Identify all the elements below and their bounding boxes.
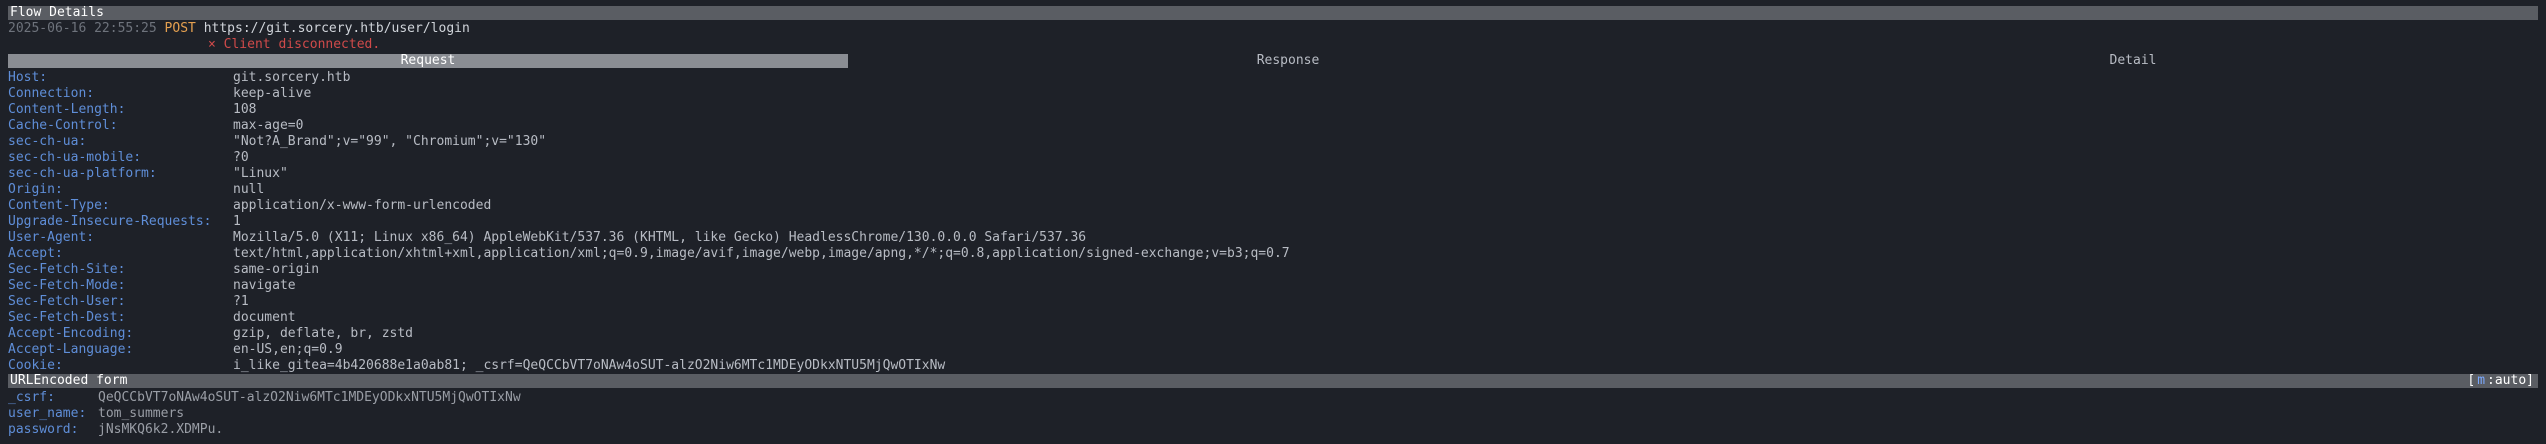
header-value: "Not?A_Brand";v="99", "Chromium";v="130" (233, 134, 547, 149)
urlencoded-form-bar: URLEncoded form [m:auto] (8, 374, 2538, 388)
form-field-name: _csrf: (8, 390, 55, 405)
header-value: 1 (233, 214, 241, 229)
view-mode-indicator[interactable]: [m:auto] (2463, 374, 2534, 388)
header-value: null (233, 182, 265, 197)
header-value: keep-alive (233, 86, 312, 101)
detail-tabs: Request Response Detail (8, 54, 2538, 68)
header-name: User-Agent: (8, 230, 95, 245)
flow-details-title: Flow Details (10, 5, 104, 20)
header-name: sec-ch-ua-mobile: (8, 150, 142, 165)
header-name: sec-ch-ua: (8, 134, 87, 149)
header-name: Accept-Language: (8, 342, 134, 357)
header-name: Content-Length: (8, 102, 126, 117)
header-value: gzip, deflate, br, zstd (233, 326, 414, 341)
flow-method: POST (164, 21, 196, 36)
header-name: Connection: (8, 86, 95, 101)
client-disconnected-error: × Client disconnected. (208, 37, 381, 52)
header-name: Cookie: (8, 358, 63, 373)
header-name: Sec-Fetch-User: (8, 294, 126, 309)
header-name: Accept-Encoding: (8, 326, 134, 341)
header-name: Accept: (8, 246, 63, 261)
header-value: i_like_gitea=4b420688e1a0ab81; _csrf=QeQ… (233, 358, 946, 373)
header-value: 108 (233, 102, 257, 117)
header-value: ?1 (233, 294, 249, 309)
header-name: Sec-Fetch-Site: (8, 262, 126, 277)
header-name: Origin: (8, 182, 63, 197)
tab-detail[interactable]: Detail (1728, 54, 2538, 68)
header-name: sec-ch-ua-platform: (8, 166, 157, 181)
header-value: text/html,application/xhtml+xml,applicat… (233, 246, 1290, 261)
header-value: same-origin (233, 262, 320, 277)
header-value: application/x-www-form-urlencoded (233, 198, 492, 213)
view-mode-open: [ (2467, 373, 2476, 388)
form-field-value: tom_summers (98, 406, 185, 421)
header-value: Mozilla/5.0 (X11; Linux x86_64) AppleWeb… (233, 230, 1087, 245)
tab-response[interactable]: Response (848, 54, 1728, 68)
header-name: Host: (8, 70, 48, 85)
header-value: git.sorcery.htb (233, 70, 351, 85)
header-value: "Linux" (233, 166, 288, 181)
form-field-name: user_name: (8, 406, 87, 421)
header-value: max-age=0 (233, 118, 304, 133)
header-name: Cache-Control: (8, 118, 118, 133)
header-value: navigate (233, 278, 296, 293)
urlencoded-form-title: URLEncoded form (10, 373, 128, 388)
view-mode-label: :auto] (2487, 373, 2534, 388)
form-field-name: password: (8, 422, 79, 437)
tab-request[interactable]: Request (8, 54, 848, 68)
header-name: Sec-Fetch-Dest: (8, 310, 126, 325)
form-field-value: jNsMKQ6k2.XDMPu. (98, 422, 224, 437)
form-field-value: QeQCCbVT7oNAw4oSUT-alzO2Niw6MTc1MDEyODkx… (98, 390, 521, 405)
header-name: Content-Type: (8, 198, 110, 213)
header-value: ?0 (233, 150, 249, 165)
header-value: en-US,en;q=0.9 (233, 342, 343, 357)
header-name: Upgrade-Insecure-Requests: (8, 214, 212, 229)
flow-details-title-bar: Flow Details (8, 6, 2538, 20)
flow-url: https://git.sorcery.htb/user/login (203, 21, 470, 36)
view-mode-key: m (2477, 373, 2486, 388)
flow-summary[interactable]: 2025-06-16 22:55:25 POST https://git.sor… (8, 21, 470, 37)
header-value: document (233, 310, 296, 325)
flow-timestamp: 2025-06-16 22:55:25 (8, 21, 157, 36)
header-name: Sec-Fetch-Mode: (8, 278, 126, 293)
